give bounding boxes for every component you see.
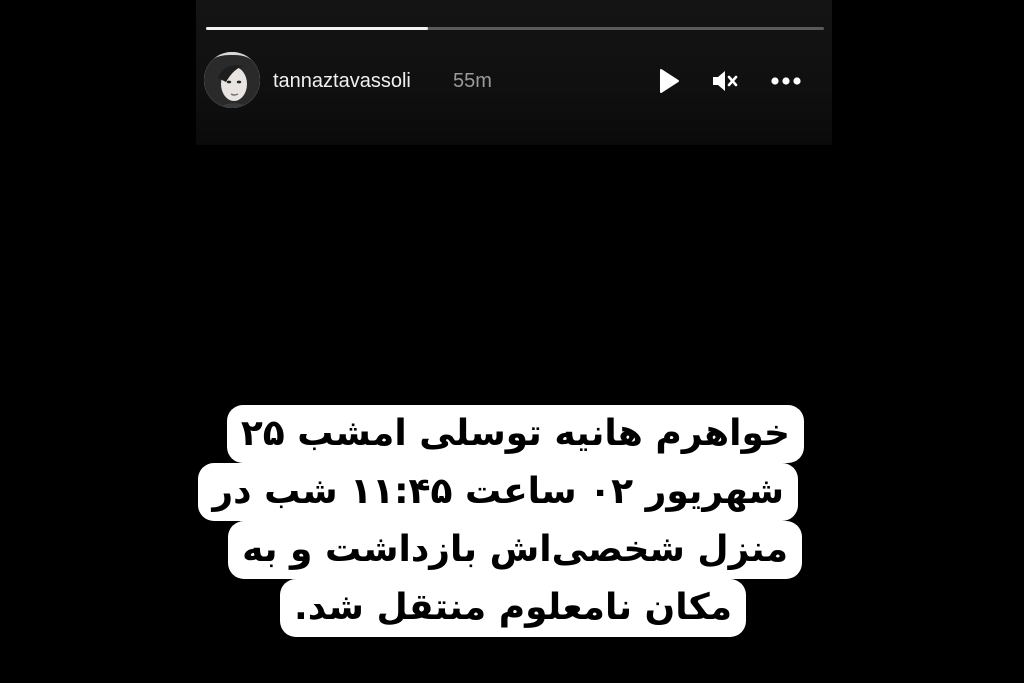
avatar[interactable] (204, 52, 260, 108)
muted-speaker-icon (713, 71, 738, 91)
more-options-button[interactable] (770, 65, 802, 97)
story-caption: خواهرم هانیه توسلی امشب ۲۵ شهریور ۰۲ ساع… (198, 405, 810, 645)
play-button[interactable] (652, 65, 684, 97)
mute-button[interactable] (708, 65, 740, 97)
avatar-portrait (204, 52, 260, 108)
caption-line-2: شهریور ۰۲ ساعت ۱۱:۴۵ شب در (198, 463, 798, 521)
more-options-icon (771, 77, 801, 85)
story-progress-fill (206, 27, 429, 30)
play-icon (660, 69, 679, 93)
story-progress-bar (206, 27, 824, 30)
story-header: tannaztavassoli 55m (204, 52, 824, 110)
caption-line-3: منزل شخصی‌اش بازداشت و به (228, 521, 802, 579)
story-username[interactable]: tannaztavassoli (273, 70, 411, 93)
caption-line-1: خواهرم هانیه توسلی امشب ۲۵ (226, 405, 804, 463)
story-timestamp: 55m (453, 70, 492, 92)
page: tannaztavassoli 55m خواهرم هانیه توسلی ا… (0, 0, 1024, 683)
caption-line-4: مکان نامعلوم منتقل شد. (280, 579, 746, 637)
story-viewer[interactable]: tannaztavassoli 55m خواهرم هانیه توسلی ا… (196, 0, 832, 683)
